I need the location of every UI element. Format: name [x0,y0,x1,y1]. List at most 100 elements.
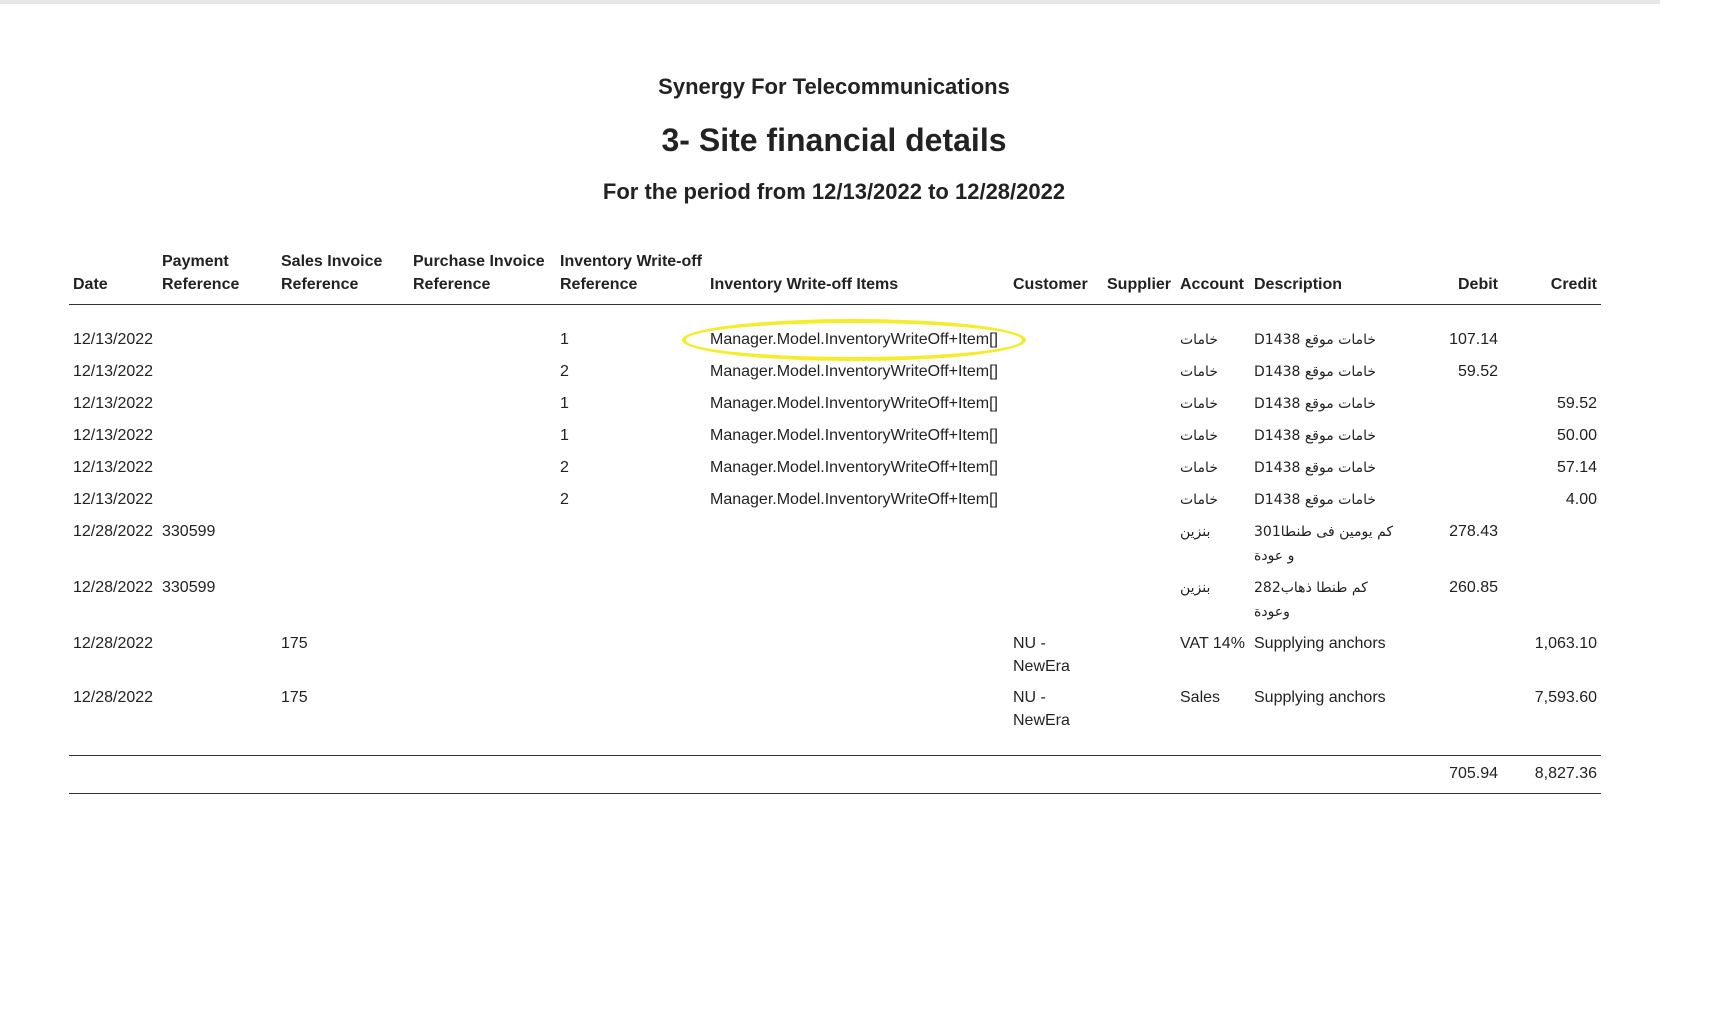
cell-inventory-writeoff-reference: 2 [556,453,706,485]
cell-inventory-writeoff-items: Manager.Model.InventoryWriteOff+Item[] [706,421,1009,453]
cell-account-text: خامات [1180,428,1218,444]
col-header-date: Date [69,248,158,305]
cell-credit [1502,325,1601,357]
cell-description-text: 282كم طنطا ذهاب وعودة [1254,580,1368,620]
cell-credit: 4.00 [1502,485,1601,517]
cell-description: 301كم يومين فى طنطا و عودة [1250,517,1400,573]
cell-supplier [1103,421,1176,453]
cell-purchase-invoice-reference [409,357,556,389]
table-row: 12/13/2022 2 Manager.Model.InventoryWriteO… [69,485,1601,517]
cell-account-text: خامات [1180,396,1218,412]
cell-supplier [1103,485,1176,517]
cell-customer [1009,357,1103,389]
cell-account-text: خامات [1180,492,1218,508]
cell-inventory-writeoff-items [706,573,1009,629]
table-row: 12/28/2022 175 NU - NewEra VAT 14% Supplying… [69,629,1601,683]
spacer-row [69,305,1601,326]
spacer-cell [69,305,1601,326]
cell-debit [1400,421,1502,453]
cell-date: 12/13/2022 [69,421,158,453]
cell-account: بنزين [1176,573,1250,629]
cell-inventory-writeoff-reference: 1 [556,421,706,453]
cell-account-text: VAT 14% [1180,635,1245,652]
cell-supplier [1103,389,1176,421]
cell-date: 12/13/2022 [69,485,158,517]
cell-account-text: خامات [1180,364,1218,380]
cell-inventory-writeoff-items: Manager.Model.InventoryWriteOff+Item[] [706,453,1009,485]
table-row: 12/13/2022 1 Manager.Model.InventoryWriteO… [69,421,1601,453]
cell-date-text: 12/28/2022 [73,635,154,652]
cell-customer [1009,421,1103,453]
cell-payment-reference [158,453,277,485]
cell-inventory-writeoff-reference [556,517,706,573]
cell-purchase-invoice-reference [409,389,556,421]
cell-debit [1400,453,1502,485]
cell-account-text: خامات [1180,332,1218,348]
cell-sales-invoice-reference [277,453,409,485]
cell-debit: 107.14 [1400,325,1502,357]
cell-date-text: 12/13/2022 [73,395,154,412]
cell-description: D1438 خامات موقع [1250,389,1400,421]
table-row: 12/28/2022 330599 بنزين 282كم طنطا ذهاب وعو… [69,573,1601,629]
col-header-purchase-invoice-reference: Purchase Invoice Reference [409,248,556,305]
cell-credit [1502,573,1601,629]
cell-inventory-writeoff-reference-text: 2 [560,491,569,508]
cell-purchase-invoice-reference [409,517,556,573]
cell-credit: 57.14 [1502,453,1601,485]
cell-credit-text: 7,593.60 [1534,689,1597,706]
col-header-payment-reference: Payment Reference [158,248,277,305]
spacer-cell [69,737,1601,756]
cell-inventory-writeoff-items: Manager.Model.InventoryWriteOff+Item[] [682,319,1026,361]
cell-supplier [1103,325,1176,357]
cell-purchase-invoice-reference [409,325,556,357]
col-header-supplier: Supplier [1103,248,1176,305]
cell-inventory-writeoff-reference [556,629,706,683]
cell-supplier [1103,517,1176,573]
cell-inventory-writeoff-reference: 2 [556,357,706,389]
cell-purchase-invoice-reference [409,573,556,629]
cell-sales-invoice-reference [277,421,409,453]
cell-date: 12/28/2022 [69,517,158,573]
cell-sales-invoice-reference: 175 [277,629,409,683]
table-body: 12/13/2022 1 Manager.Model.InventoryWriteO… [69,305,1601,794]
cell-credit: 1,063.10 [1502,629,1601,683]
cell-account: بنزين [1176,517,1250,573]
table-row: 12/13/2022 1 Manager.Model.InventoryWriteO… [69,319,1601,361]
cell-inventory-writeoff-reference-text: 2 [560,363,569,380]
cell-inventory-writeoff-items: Manager.Model.InventoryWriteOff+Item[] [706,485,1009,517]
table-row: 12/28/2022 330599 بنزين 301كم يومين فى طنطا… [69,517,1601,573]
cell-sales-invoice-reference: 175 [277,683,409,737]
cell-date: 12/28/2022 [69,629,158,683]
cell-debit: 260.85 [1400,573,1502,629]
cell-description: D1438 خامات موقع [1250,325,1400,357]
cell-customer [1009,453,1103,485]
cell-payment-reference [158,421,277,453]
cell-account: خامات [1176,421,1250,453]
cell-description-text: Supplying anchors [1254,689,1386,706]
cell-date-text: 12/13/2022 [73,491,154,508]
cell-description-text: 301كم يومين فى طنطا و عودة [1254,524,1394,564]
cell-debit [1400,389,1502,421]
cell-account-text: بنزين [1180,524,1211,540]
col-header-description: Description [1250,248,1400,305]
cell-date: 12/13/2022 [69,389,158,421]
cell-sales-invoice-reference [277,485,409,517]
header-row: Date Payment Reference Sales Invoice Ref… [69,248,1601,305]
cell-inventory-writeoff-items-text: Manager.Model.InventoryWriteOff+Item[] [710,363,998,380]
cell-inventory-writeoff-reference: 1 [556,325,706,357]
cell-inventory-writeoff-items-text: Manager.Model.InventoryWriteOff+Item[] [710,331,998,348]
cell-debit: 278.43 [1400,517,1502,573]
cell-supplier [1103,357,1176,389]
cell-credit-text: 57.14 [1556,459,1597,476]
cell-inventory-writeoff-items-text: Manager.Model.InventoryWriteOff+Item[] [710,395,998,412]
total-credit: 8,827.36 [1502,755,1601,794]
cell-date-text: 12/28/2022 [73,689,154,706]
cell-supplier [1103,573,1176,629]
cell-inventory-writeoff-items [706,629,1009,683]
cell-payment-reference [158,485,277,517]
table-row: 12/28/2022 175 NU - NewEra Sales Supplying a… [69,683,1601,737]
cell-purchase-invoice-reference [409,629,556,683]
cell-payment-reference: 330599 [158,573,277,629]
col-header-inventory-writeoff-items: Inventory Write-off Items [706,248,1009,305]
cell-customer-text: NU - NewEra [1013,635,1070,675]
